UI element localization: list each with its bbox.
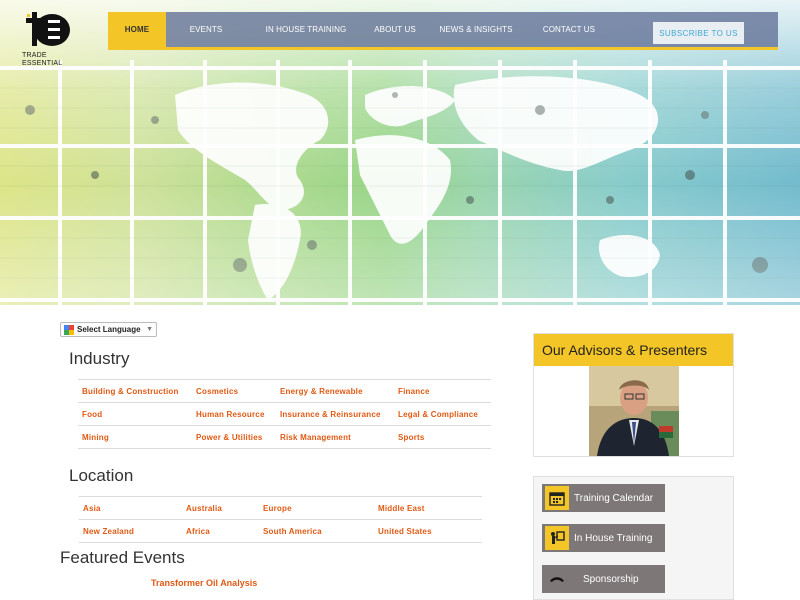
featured-events-heading: Featured Events bbox=[60, 548, 185, 567]
trade-essential-logo-icon bbox=[26, 12, 70, 46]
main-navigation: HOME EVENTS IN HOUSE TRAINING ABOUT US N… bbox=[108, 12, 778, 50]
industry-link[interactable]: Human Resource bbox=[192, 402, 276, 426]
industry-link[interactable]: Cosmetics bbox=[192, 379, 276, 403]
nav-in-house-training[interactable]: IN HOUSE TRAINING bbox=[246, 12, 366, 47]
featured-event-link[interactable]: Transformer Oil Analysis bbox=[151, 578, 257, 588]
table-row: Food Human Resource Insurance & Reinsura… bbox=[78, 402, 491, 426]
training-calendar-label: Training Calendar bbox=[574, 492, 654, 504]
table-row: Asia Australia Europe Middle East bbox=[79, 496, 482, 520]
industry-heading: Industry bbox=[69, 349, 130, 368]
nav-news-insights[interactable]: NEWS & INSIGHTS bbox=[424, 12, 528, 47]
sponsorship-button[interactable]: Sponsorship bbox=[542, 565, 665, 593]
nav-home[interactable]: HOME bbox=[108, 12, 166, 47]
nav-events[interactable]: EVENTS bbox=[166, 12, 246, 47]
location-link[interactable]: United States bbox=[374, 519, 482, 543]
industry-link[interactable]: Food bbox=[78, 402, 192, 426]
table-row: New Zealand Africa South America United … bbox=[79, 519, 482, 543]
location-link[interactable]: Europe bbox=[259, 496, 374, 520]
industry-link[interactable]: Finance bbox=[394, 379, 491, 403]
site-logo[interactable]: TRADE ESSENTIAL bbox=[22, 10, 74, 72]
advisors-panel: Our Advisors & Presenters bbox=[533, 333, 734, 457]
calendar-icon bbox=[545, 486, 569, 510]
industry-link[interactable]: Sports bbox=[394, 425, 491, 449]
logo-text-line1: TRADE bbox=[22, 52, 47, 59]
nav-contact-us[interactable]: CONTACT US bbox=[528, 12, 610, 47]
location-link[interactable]: South America bbox=[259, 519, 374, 543]
logo-text: TRADE ESSENTIAL bbox=[22, 52, 62, 68]
handshake-icon bbox=[545, 567, 569, 591]
presenter-icon bbox=[545, 526, 569, 550]
advisors-heading: Our Advisors & Presenters bbox=[534, 334, 733, 366]
industry-link[interactable]: Mining bbox=[78, 425, 192, 449]
location-link[interactable]: Africa bbox=[182, 519, 259, 543]
location-link[interactable]: Australia bbox=[182, 496, 259, 520]
google-translate-icon bbox=[64, 324, 74, 335]
advisor-portrait-image bbox=[589, 366, 679, 456]
industry-link[interactable]: Energy & Renewable bbox=[276, 379, 394, 403]
in-house-training-button[interactable]: In House Training bbox=[542, 524, 665, 552]
location-link[interactable]: Asia bbox=[79, 496, 182, 520]
table-row: Mining Power & Utilities Risk Management… bbox=[78, 425, 491, 449]
location-link[interactable]: Middle East bbox=[374, 496, 482, 520]
language-select[interactable]: Select Language ▼ bbox=[60, 322, 157, 337]
advisor-photo[interactable] bbox=[589, 366, 679, 456]
chevron-down-icon: ▼ bbox=[146, 326, 153, 333]
industry-link[interactable]: Insurance & Reinsurance bbox=[276, 402, 394, 426]
location-heading: Location bbox=[69, 466, 134, 485]
industry-link[interactable]: Power & Utilities bbox=[192, 425, 276, 449]
training-calendar-button[interactable]: Training Calendar bbox=[542, 484, 665, 512]
language-select-label: Select Language bbox=[77, 325, 141, 334]
location-link[interactable]: New Zealand bbox=[79, 519, 182, 543]
nav-about-us[interactable]: ABOUT US bbox=[366, 12, 424, 47]
industry-link[interactable]: Legal & Compliance bbox=[394, 402, 491, 426]
industry-link[interactable]: Risk Management bbox=[276, 425, 394, 449]
location-table: Asia Australia Europe Middle East New Ze… bbox=[79, 496, 482, 543]
in-house-training-label: In House Training bbox=[574, 532, 653, 544]
industry-table: Building & Construction Cosmetics Energy… bbox=[78, 379, 491, 449]
subscribe-button[interactable]: SUBSCRIBE TO US bbox=[653, 22, 744, 44]
sponsorship-label: Sponsorship bbox=[583, 573, 639, 585]
logo-text-line2: ESSENTIAL bbox=[22, 60, 63, 67]
table-row: Building & Construction Cosmetics Energy… bbox=[78, 379, 491, 403]
industry-link[interactable]: Building & Construction bbox=[78, 379, 192, 403]
quick-links-panel: Training Calendar In House Training Spon… bbox=[533, 476, 734, 600]
